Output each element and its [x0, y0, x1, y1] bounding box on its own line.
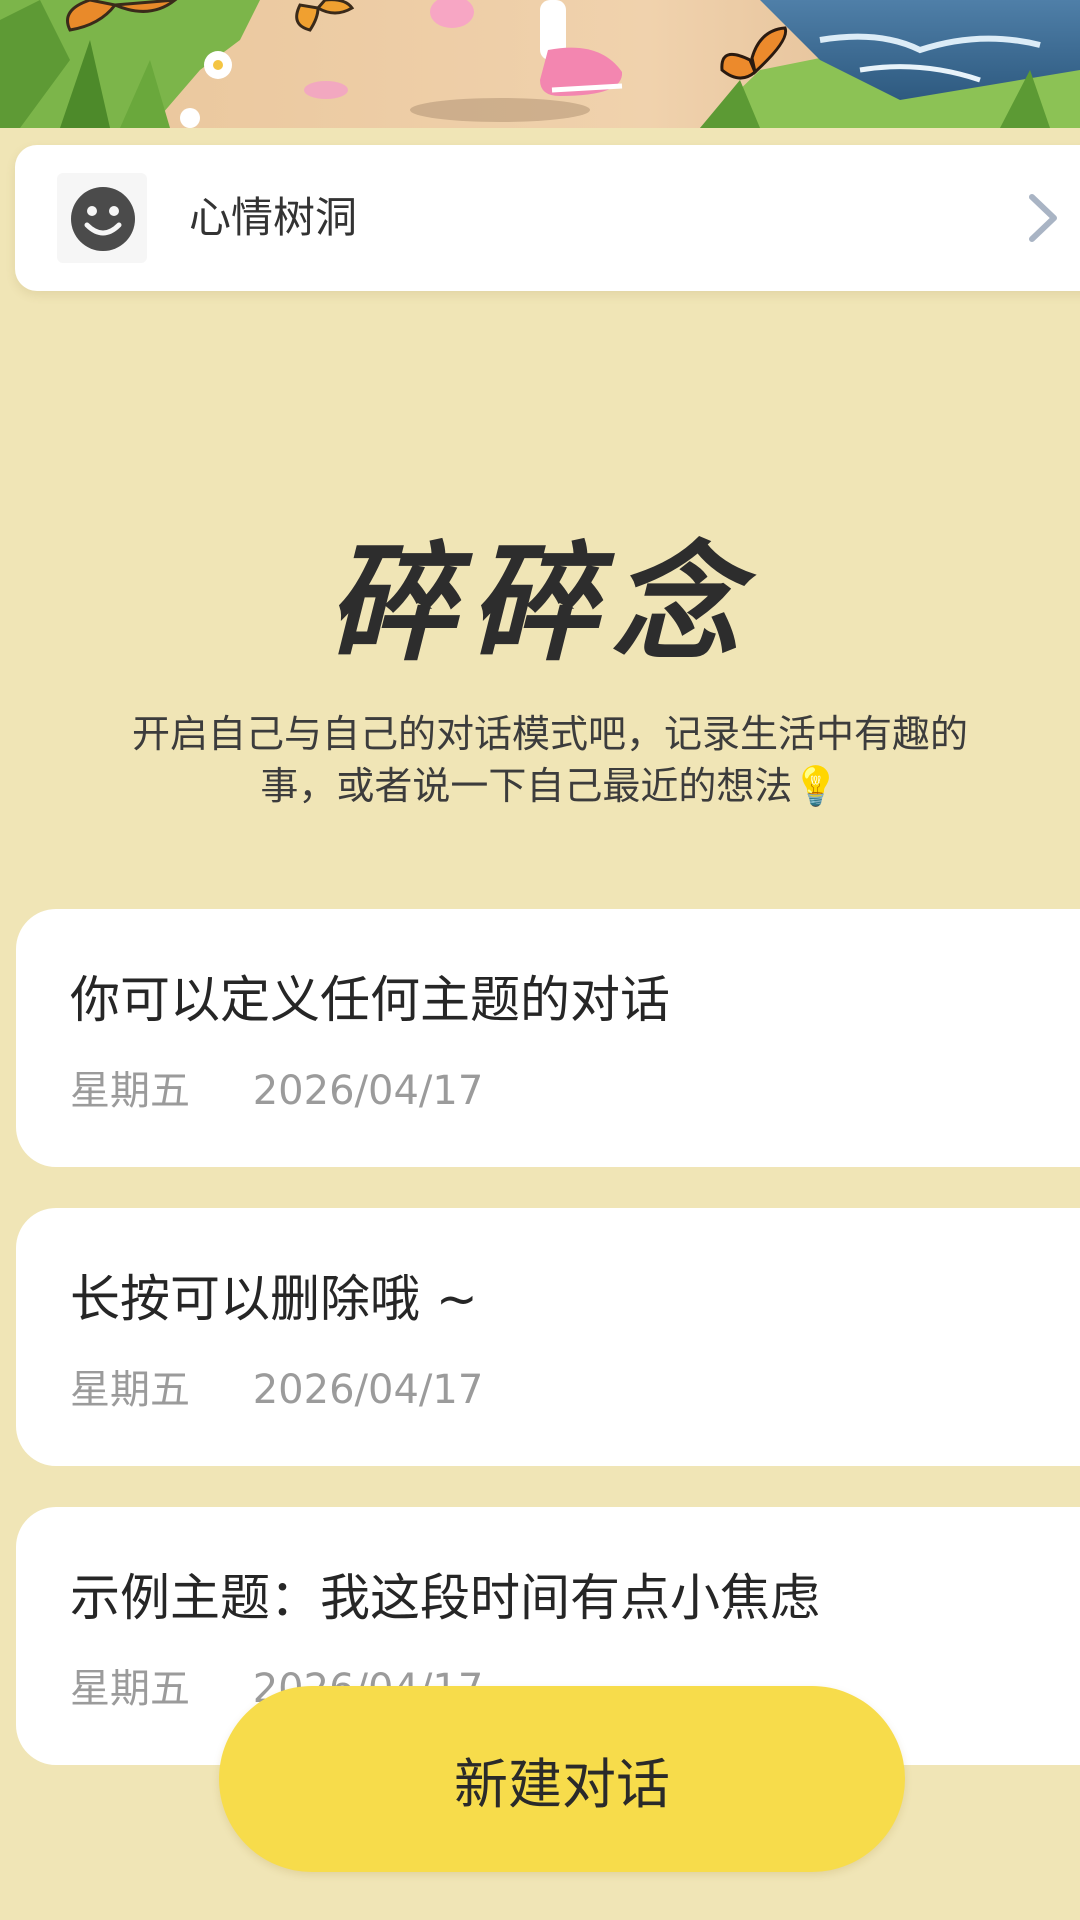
page-subtitle: 开启自己与自己的对话模式吧，记录生活中有趣的事，或者说一下自己最近的想法💡 [131, 712, 968, 808]
new-conversation-button[interactable]: 新建对话 [219, 1686, 905, 1872]
conversation-meta: 星期五 2026/04/17 [70, 1061, 483, 1121]
conversation-title: 示例主题：我这段时间有点小焦虑 [70, 1569, 820, 1627]
header-banner-illustration [0, 0, 1080, 128]
conversation-title: 长按可以删除哦 ~ [70, 1270, 478, 1328]
conversation-card[interactable]: 你可以定义任何主题的对话 星期五 2026/04/17 [16, 909, 1080, 1167]
conversation-title: 你可以定义任何主题的对话 [70, 971, 670, 1029]
chevron-right-icon [1024, 193, 1060, 247]
conversation-weekday: 星期五 [70, 1367, 190, 1413]
page-title: 碎碎念 [326, 530, 753, 679]
entry-label: 心情树洞 [189, 193, 358, 242]
smiley-face-icon [57, 173, 147, 263]
conversation-weekday: 星期五 [70, 1068, 190, 1114]
mood-treehole-entry[interactable]: 心情树洞 [15, 145, 1080, 291]
conversation-card[interactable]: 长按可以删除哦 ~ 星期五 2026/04/17 [16, 1208, 1080, 1466]
conversation-meta: 星期五 2026/04/17 [70, 1360, 483, 1420]
conversation-date: 2026/04/17 [252, 1367, 484, 1413]
conversation-date: 2026/04/17 [252, 1068, 484, 1114]
conversation-weekday: 星期五 [70, 1666, 190, 1712]
